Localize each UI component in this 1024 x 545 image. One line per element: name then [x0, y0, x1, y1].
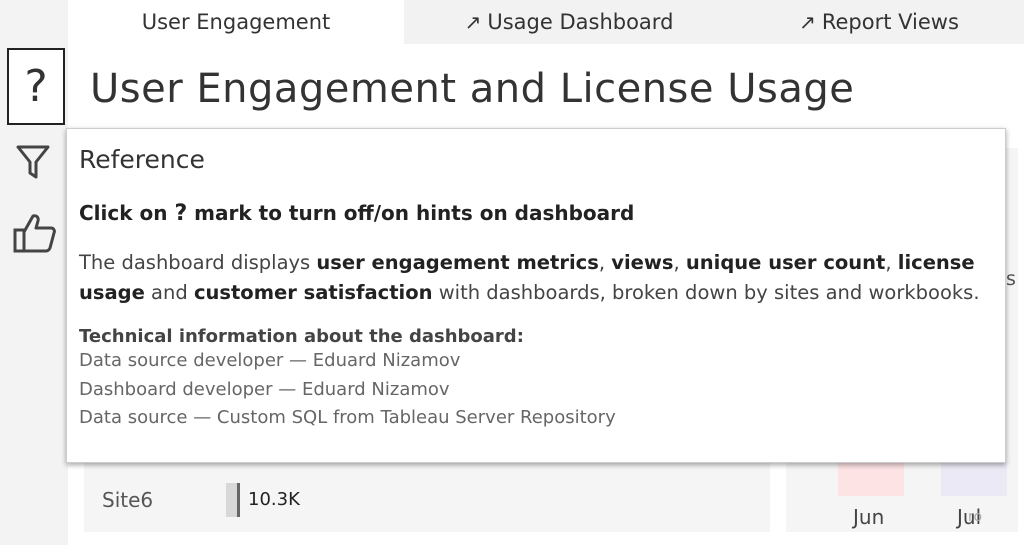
desc-segment: and [144, 281, 194, 304]
site-value: 10.3K [248, 489, 300, 510]
sites-panel [84, 462, 770, 532]
desc-segment: user engagement metrics [316, 251, 599, 274]
desc-segment: , [885, 251, 898, 274]
thumbs-up-icon [13, 214, 56, 253]
tab-usage-dashboard[interactable]: ↗ Usage Dashboard [404, 0, 734, 44]
desc-segment: , [598, 251, 612, 274]
tooltip-description: The dashboard displays user engagement m… [79, 248, 993, 308]
month-bar-jun[interactable] [838, 462, 904, 496]
month-label-jun: Jun [853, 505, 885, 529]
tooltip-heading: Reference [79, 145, 205, 174]
tab-report-views[interactable]: ↗ Report Views [734, 0, 1024, 44]
tab-label: User Engagement [141, 10, 331, 34]
external-link-arrow-icon: ↗ [464, 10, 482, 34]
site-bar[interactable] [226, 483, 240, 517]
feedback-button[interactable] [13, 212, 57, 254]
panel-edge-text: s [1006, 268, 1016, 290]
desc-segment: unique user count [685, 251, 886, 274]
tab-user-engagement[interactable]: User Engagement [68, 0, 404, 44]
tech-info-title: Technical information about the dashboar… [79, 326, 524, 347]
tab-label: Usage Dashboard [487, 10, 674, 34]
question-mark-icon: ? [174, 201, 188, 226]
watermark: ro [968, 509, 983, 525]
desc-segment: The dashboard displays [79, 251, 317, 274]
tab-label: Report Views [821, 10, 959, 34]
page-title: User Engagement and License Usage [90, 66, 855, 112]
dashboard-tabs: User Engagement ↗ Usage Dashboard ↗ Repo… [68, 0, 1024, 44]
tech-info-line: Dashboard developer — Eduard Nizamov [79, 378, 450, 400]
tech-info-line: Data source developer — Eduard Nizamov [79, 350, 461, 371]
desc-segment: with dashboards, broken down by sites an… [432, 281, 980, 304]
hint-text-before: Click on [79, 201, 175, 225]
reference-tooltip: Reference Click on ? mark to turn off/on… [66, 128, 1006, 463]
desc-segment: , [673, 251, 686, 274]
hint-text-after: mark to turn off/on hints on dashboard [187, 201, 635, 225]
tech-info-line: Data source — Custom SQL from Tableau Se… [79, 407, 616, 428]
filter-icon [16, 145, 50, 179]
desc-segment: customer satisfaction [193, 281, 433, 304]
question-mark-icon: ? [24, 61, 48, 112]
external-link-arrow-icon: ↗ [799, 10, 816, 34]
month-bar-jul[interactable] [941, 462, 1007, 496]
site-label: Site6 [102, 488, 154, 512]
filter-button[interactable] [16, 144, 50, 180]
tooltip-hint: Click on ? mark to turn off/on hints on … [79, 201, 993, 226]
desc-segment: views [611, 251, 674, 274]
help-toggle-button[interactable]: ? [7, 48, 65, 125]
